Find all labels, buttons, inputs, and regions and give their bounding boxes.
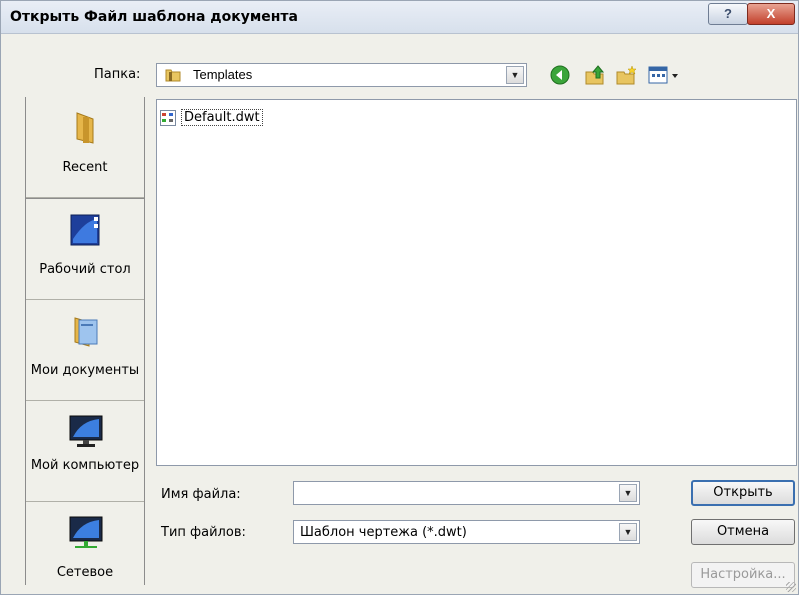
file-list[interactable]: Default.dwt [156, 99, 797, 466]
close-button[interactable]: X [747, 3, 795, 25]
place-network[interactable]: Сетевое [26, 502, 144, 585]
filetype-select[interactable]: Шаблон чертежа (*.dwt) ▼ [293, 520, 640, 544]
title-bar: Открыть Файл шаблона документа ? X [1, 1, 798, 34]
filename-input[interactable]: ▼ [293, 481, 640, 505]
file-name: Default.dwt [181, 109, 263, 126]
desktop-icon [70, 214, 100, 246]
up-folder-icon[interactable] [584, 64, 606, 86]
recent-folder-icon [76, 112, 94, 144]
new-folder-icon[interactable] [615, 64, 637, 86]
folder-value: Templates [193, 67, 253, 82]
folder-select[interactable]: Templates ▼ [156, 63, 527, 87]
filetype-label: Тип файлов: [161, 525, 246, 540]
place-desktop[interactable]: Рабочий стол [26, 199, 144, 300]
cancel-button[interactable]: Отмена [691, 519, 795, 545]
dialog-title: Открыть Файл шаблона документа [10, 9, 298, 25]
place-my-documents[interactable]: Мои документы [26, 300, 144, 401]
chevron-down-icon[interactable]: ▼ [506, 66, 524, 84]
help-button[interactable]: ? [708, 3, 748, 25]
chevron-down-icon[interactable]: ▼ [619, 523, 637, 541]
my-documents-icon [74, 317, 98, 347]
folder-icon [165, 69, 181, 82]
resize-grip[interactable] [786, 582, 796, 592]
settings-button[interactable]: Настройка... [691, 562, 795, 588]
views-menu-icon[interactable] [647, 64, 681, 86]
back-icon[interactable] [549, 64, 571, 86]
folder-label: Папка: [94, 67, 141, 82]
place-recent[interactable]: Recent [26, 97, 144, 198]
place-my-computer[interactable]: Мой компьютер [26, 401, 144, 502]
chevron-down-icon[interactable]: ▼ [619, 484, 637, 502]
places-bar: Recent Рабочий стол Мои документы Мой ко… [25, 97, 145, 585]
filetype-value: Шаблон чертежа (*.dwt) [300, 525, 467, 540]
open-button[interactable]: Открыть [691, 480, 795, 506]
open-template-dialog: Открыть Файл шаблона документа ? X Папка… [0, 0, 799, 595]
my-computer-icon [69, 415, 103, 447]
filename-label: Имя файла: [161, 487, 241, 502]
network-icon [69, 516, 103, 548]
dwt-file-icon [160, 110, 176, 126]
